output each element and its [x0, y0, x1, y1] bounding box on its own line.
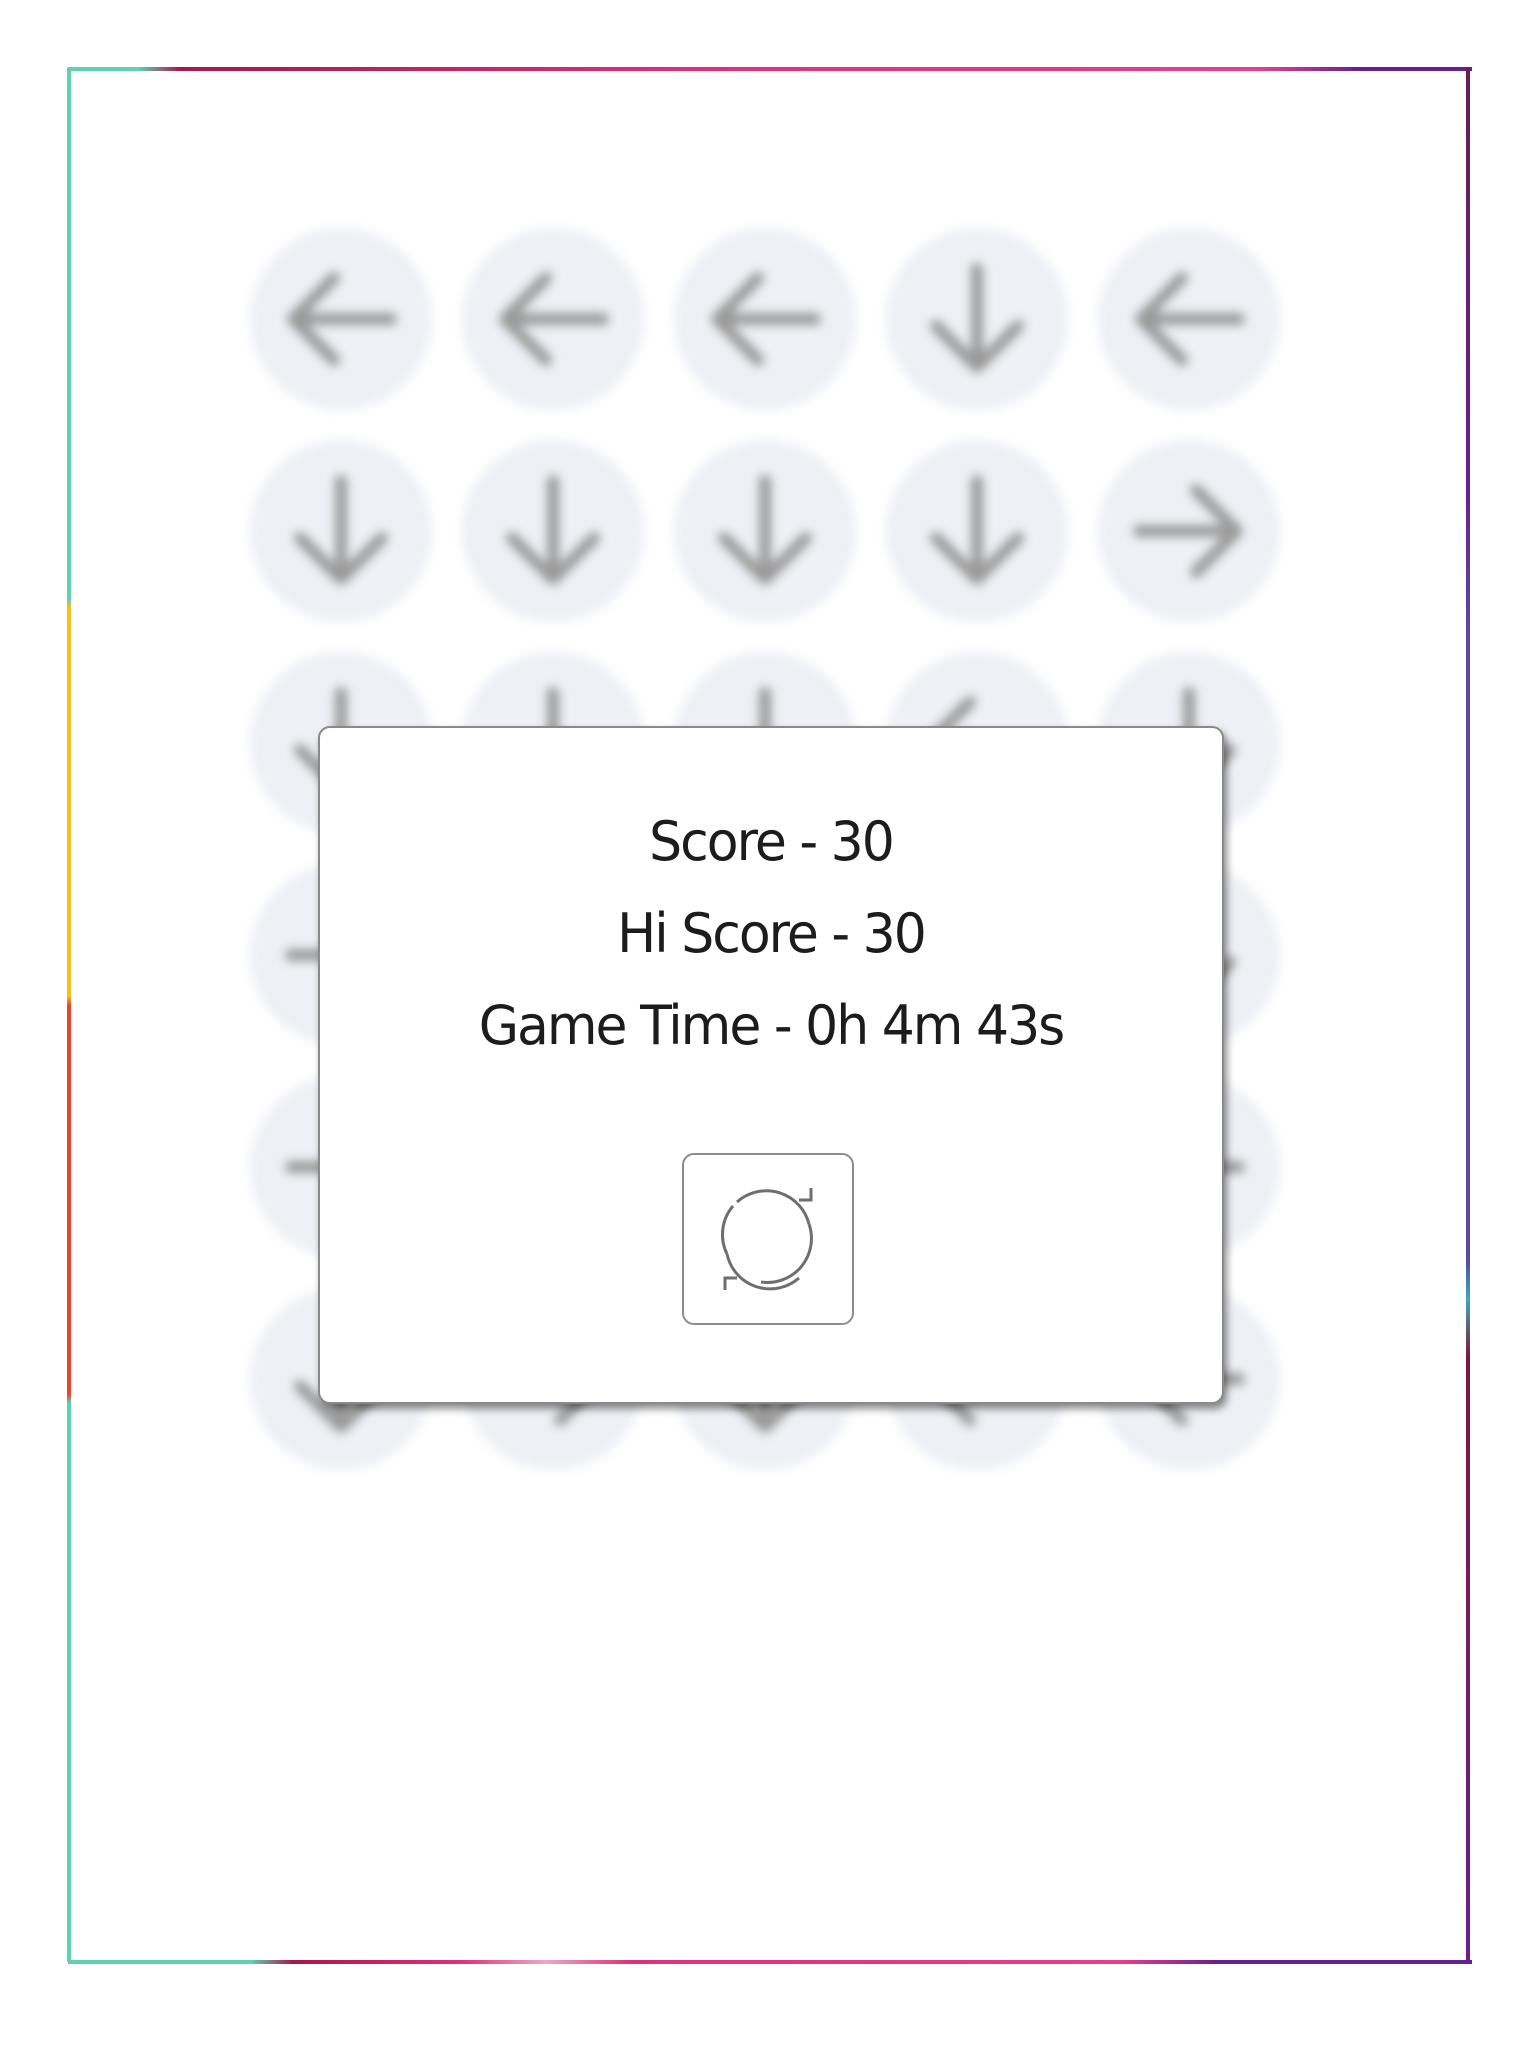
arrow-cell[interactable]	[886, 440, 1068, 622]
arrow-left-icon	[711, 272, 821, 366]
frame-bottom-border	[68, 1960, 1472, 1964]
arrow-cell[interactable]	[250, 228, 432, 410]
arrow-cell[interactable]	[462, 440, 644, 622]
arrow-cell[interactable]	[886, 228, 1068, 410]
arrow-down-icon	[930, 263, 1024, 373]
game-time-text: Game Time - 0h 4m 43s	[478, 994, 1066, 1058]
hi-score-text: Hi Score - 30	[617, 902, 927, 966]
arrow-cell[interactable]	[250, 440, 432, 622]
refresh-icon	[720, 1188, 813, 1291]
arrow-down-icon	[294, 475, 388, 585]
arrow-down-icon	[930, 475, 1024, 585]
score-text: Score - 30	[649, 810, 895, 874]
arrow-down-icon	[506, 475, 600, 585]
arrow-cell[interactable]	[674, 228, 856, 410]
arrow-cell[interactable]	[1098, 228, 1280, 410]
arrow-right-icon	[1133, 484, 1243, 578]
arrow-cell[interactable]	[462, 228, 644, 410]
arrow-left-icon	[1135, 272, 1245, 366]
arrow-cell[interactable]	[1098, 440, 1280, 622]
arrow-left-icon	[287, 272, 397, 366]
restart-button[interactable]	[682, 1153, 854, 1325]
game-over-dialog: Score - 30 Hi Score - 30 Game Time - 0h …	[318, 726, 1224, 1404]
arrow-left-icon	[499, 272, 609, 366]
arrow-cell[interactable]	[674, 440, 856, 622]
game-screen: Score - 30 Hi Score - 30 Game Time - 0h …	[0, 0, 1536, 2048]
arrow-down-icon	[718, 475, 812, 585]
